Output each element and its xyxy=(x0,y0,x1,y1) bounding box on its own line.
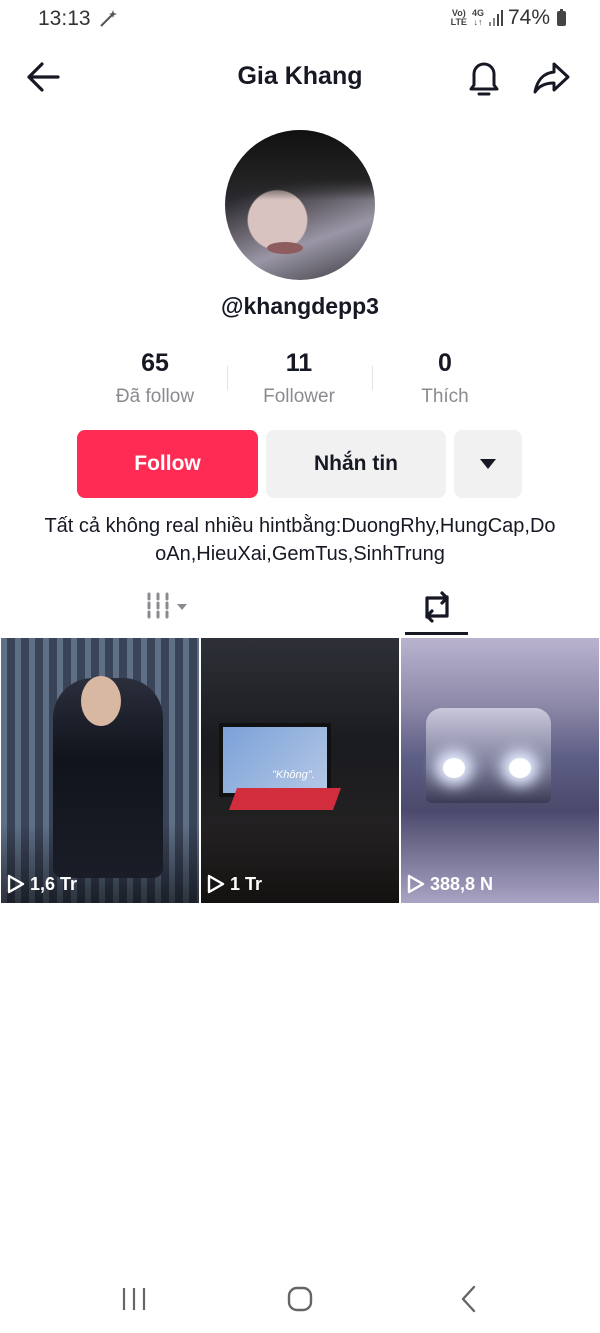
repost-tab-icon[interactable] xyxy=(419,589,455,630)
video-thumbnail[interactable]: 1,6 Tr xyxy=(1,638,199,903)
message-button[interactable]: Nhắn tin xyxy=(266,430,446,498)
share-icon[interactable] xyxy=(532,60,572,101)
recent-apps-icon[interactable] xyxy=(121,1286,147,1317)
stat-likes-value: 0 xyxy=(438,349,452,377)
stat-likes-label: Thích xyxy=(421,386,469,407)
stat-following-value: 65 xyxy=(141,349,169,377)
stat-divider xyxy=(227,366,228,390)
stat-followers-value: 11 xyxy=(285,349,313,377)
active-tab-indicator xyxy=(405,632,468,635)
status-time: 13:13 xyxy=(38,7,91,30)
stat-followers[interactable]: 11 Follower xyxy=(229,349,369,408)
follow-button[interactable]: Follow xyxy=(77,430,258,498)
video-thumbnail[interactable]: "Không". 1 Tr xyxy=(201,638,399,903)
play-icon xyxy=(207,874,225,894)
stat-divider xyxy=(372,366,373,390)
avatar[interactable] xyxy=(225,130,375,280)
battery-icon xyxy=(557,8,566,26)
network-4g-icon: 4G ↓↑ xyxy=(471,8,484,27)
stat-following-label: Đã follow xyxy=(115,386,195,407)
stat-likes[interactable]: 0 Thích xyxy=(375,349,515,408)
view-count: 388,8 N xyxy=(406,873,493,895)
volte-icon: Vo) LTE xyxy=(450,8,467,27)
profile-tabs xyxy=(0,583,600,635)
caret-down-icon xyxy=(479,452,497,476)
profile-handle: @khangdepp3 xyxy=(221,293,379,319)
videos-grid-tab-icon[interactable] xyxy=(145,591,193,628)
status-bar: 13:13 Vo) LTE 4G ↓↑ 74% xyxy=(0,0,600,40)
play-icon xyxy=(407,874,425,894)
more-options-button[interactable] xyxy=(454,430,522,498)
signal-icon xyxy=(488,10,503,26)
profile-header: Gia Khang xyxy=(0,52,600,104)
bell-icon[interactable] xyxy=(465,57,503,104)
video-grid: 1,6 Tr "Không". 1 Tr 388,8 N xyxy=(1,638,599,903)
play-icon xyxy=(7,874,25,894)
stat-followers-label: Follower xyxy=(263,386,335,407)
battery-percent: 74% xyxy=(507,6,550,29)
page-title: Gia Khang xyxy=(237,62,363,90)
stat-following[interactable]: 65 Đã follow xyxy=(85,349,225,408)
profile-bio: Tất cả không real nhiều hintbằng:DuongRh… xyxy=(44,515,556,565)
view-count: 1,6 Tr xyxy=(6,873,77,895)
home-icon[interactable] xyxy=(287,1286,313,1317)
video-caption: "Không". xyxy=(272,769,315,781)
system-nav-bar xyxy=(0,1280,600,1320)
back-nav-icon[interactable] xyxy=(460,1285,478,1318)
view-count: 1 Tr xyxy=(206,873,262,895)
magic-wand-icon xyxy=(97,8,119,35)
video-thumbnail[interactable]: 388,8 N xyxy=(401,638,599,903)
